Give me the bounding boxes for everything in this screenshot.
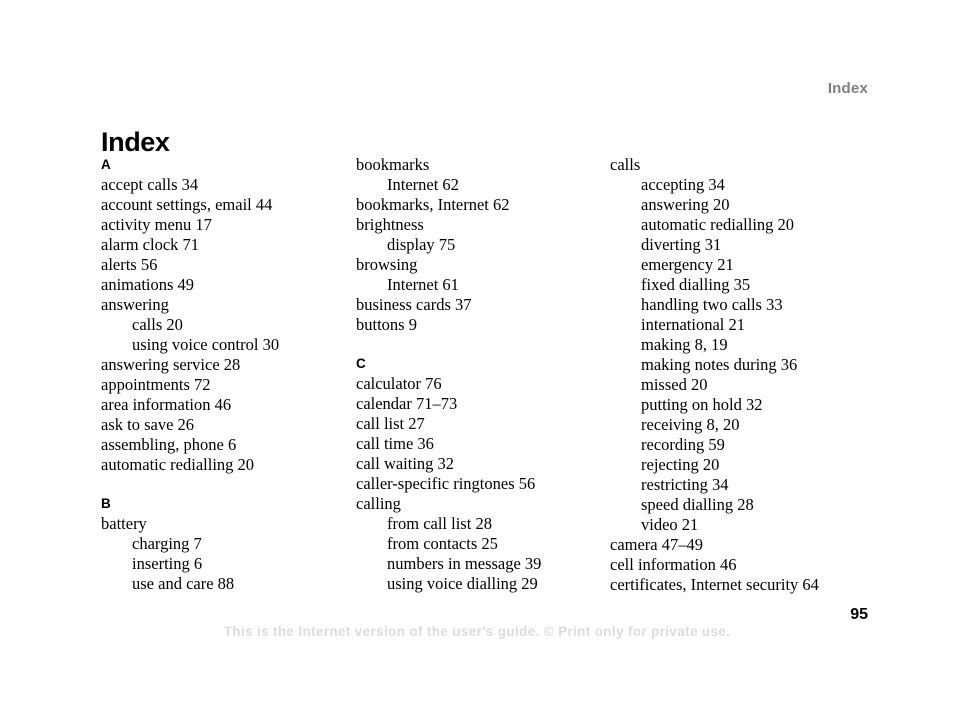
page-title: Index xyxy=(101,127,170,158)
index-section: Ccalculator 76 calendar 71–73 call list 27… xyxy=(356,354,606,594)
index-subentry: Internet 62 xyxy=(387,175,459,194)
index-subentry: using voice control 30 xyxy=(132,335,280,354)
index-entry: call list 27 xyxy=(356,414,425,433)
index-entry: calling xyxy=(356,494,401,513)
section-letter: B xyxy=(101,496,111,511)
index-entry: certificates, Internet security 64 xyxy=(610,575,819,594)
index-entry: alerts 56 xyxy=(101,255,158,274)
index-subentry: missed 20 xyxy=(641,375,708,394)
index-subentry: numbers in message 39 xyxy=(387,554,542,573)
index-entry: accept calls 34 xyxy=(101,175,199,194)
index-entry: caller-specific ringtones 56 xyxy=(356,474,536,493)
index-subentry: speed dialling 28 xyxy=(641,495,754,514)
index-entry: ask to save 26 xyxy=(101,415,195,434)
index-entry: activity menu 17 xyxy=(101,215,212,234)
index-subentry: handling two calls 33 xyxy=(641,295,783,314)
index-entry: account settings, email 44 xyxy=(101,195,273,214)
index-entry: browsing xyxy=(356,255,418,274)
index-entry: appointments 72 xyxy=(101,375,211,394)
index-entry: calendar 71–73 xyxy=(356,394,458,413)
index-subentry: international 21 xyxy=(641,315,746,334)
index-column-3: calls accepting 34 answering 20 automatic r… xyxy=(610,155,880,595)
index-subentry: rejecting 20 xyxy=(641,455,720,474)
index-entry: calculator 76 xyxy=(356,374,442,393)
index-subentry: display 75 xyxy=(387,235,456,254)
index-column-2: bookmarks Internet 62 bookmarks, Internet … xyxy=(356,155,606,594)
index-subentry: Internet 61 xyxy=(387,275,459,294)
index-subentry: putting on hold 32 xyxy=(641,395,763,414)
running-header: Index xyxy=(827,80,868,97)
index-subentry: accepting 34 xyxy=(641,175,725,194)
index-subentry: video 21 xyxy=(641,515,699,534)
index-entry: calls xyxy=(610,155,641,174)
index-entry: area information 46 xyxy=(101,395,232,414)
index-subentry: from contacts 25 xyxy=(387,534,498,553)
page-number: 95 xyxy=(850,606,868,623)
index-subentry: emergency 21 xyxy=(641,255,734,274)
section-letter: A xyxy=(101,157,111,172)
index-entry: buttons 9 xyxy=(356,315,417,334)
index-subentry: automatic redialling 20 xyxy=(641,215,795,234)
index-entry: answering xyxy=(101,295,169,314)
index-entry: assembling, phone 6 xyxy=(101,435,237,454)
index-entry: bookmarks, Internet 62 xyxy=(356,195,510,214)
index-subentry: making 8, 19 xyxy=(641,335,728,354)
index-subentry: inserting 6 xyxy=(132,554,203,573)
index-subentry: using voice dialling 29 xyxy=(387,574,538,593)
index-section: Bbattery charging 7 inserting 6 use and car… xyxy=(101,494,351,594)
index-entry: bookmarks xyxy=(356,155,430,174)
index-entry: call waiting 32 xyxy=(356,454,455,473)
index-subentry: making notes during 36 xyxy=(641,355,798,374)
index-subentry: from call list 28 xyxy=(387,514,492,533)
index-subentry: fixed dialling 35 xyxy=(641,275,751,294)
index-entry: camera 47–49 xyxy=(610,535,703,554)
index-entry: cell information 46 xyxy=(610,555,737,574)
index-entry: brightness xyxy=(356,215,424,234)
index-section: Aaccept calls 34 account settings, email … xyxy=(101,155,351,475)
document-page: Index Index Aaccept calls 34 account sett… xyxy=(0,0,954,710)
index-subentry: recording 59 xyxy=(641,435,725,454)
index-entry: business cards 37 xyxy=(356,295,472,314)
index-subentry: restricting 34 xyxy=(641,475,729,494)
index-entry: battery xyxy=(101,514,147,533)
index-section: calls accepting 34 answering 20 automatic r… xyxy=(610,155,880,595)
index-subentry: answering 20 xyxy=(641,195,730,214)
index-entry: call time 36 xyxy=(356,434,434,453)
index-section: bookmarks Internet 62 bookmarks, Internet … xyxy=(356,155,606,335)
index-subentry: diverting 31 xyxy=(641,235,722,254)
index-subentry: receiving 8, 20 xyxy=(641,415,740,434)
section-letter: C xyxy=(356,356,366,371)
index-subentry: calls 20 xyxy=(132,315,183,334)
index-entry: alarm clock 71 xyxy=(101,235,200,254)
index-entry: animations 49 xyxy=(101,275,195,294)
index-subentry: charging 7 xyxy=(132,534,202,553)
index-column-1: Aaccept calls 34 account settings, email … xyxy=(101,155,351,594)
index-entry: automatic redialling 20 xyxy=(101,455,255,474)
footer-note: This is the Internet version of the user… xyxy=(223,624,731,639)
index-subentry: use and care 88 xyxy=(132,574,235,593)
index-entry: answering service 28 xyxy=(101,355,241,374)
